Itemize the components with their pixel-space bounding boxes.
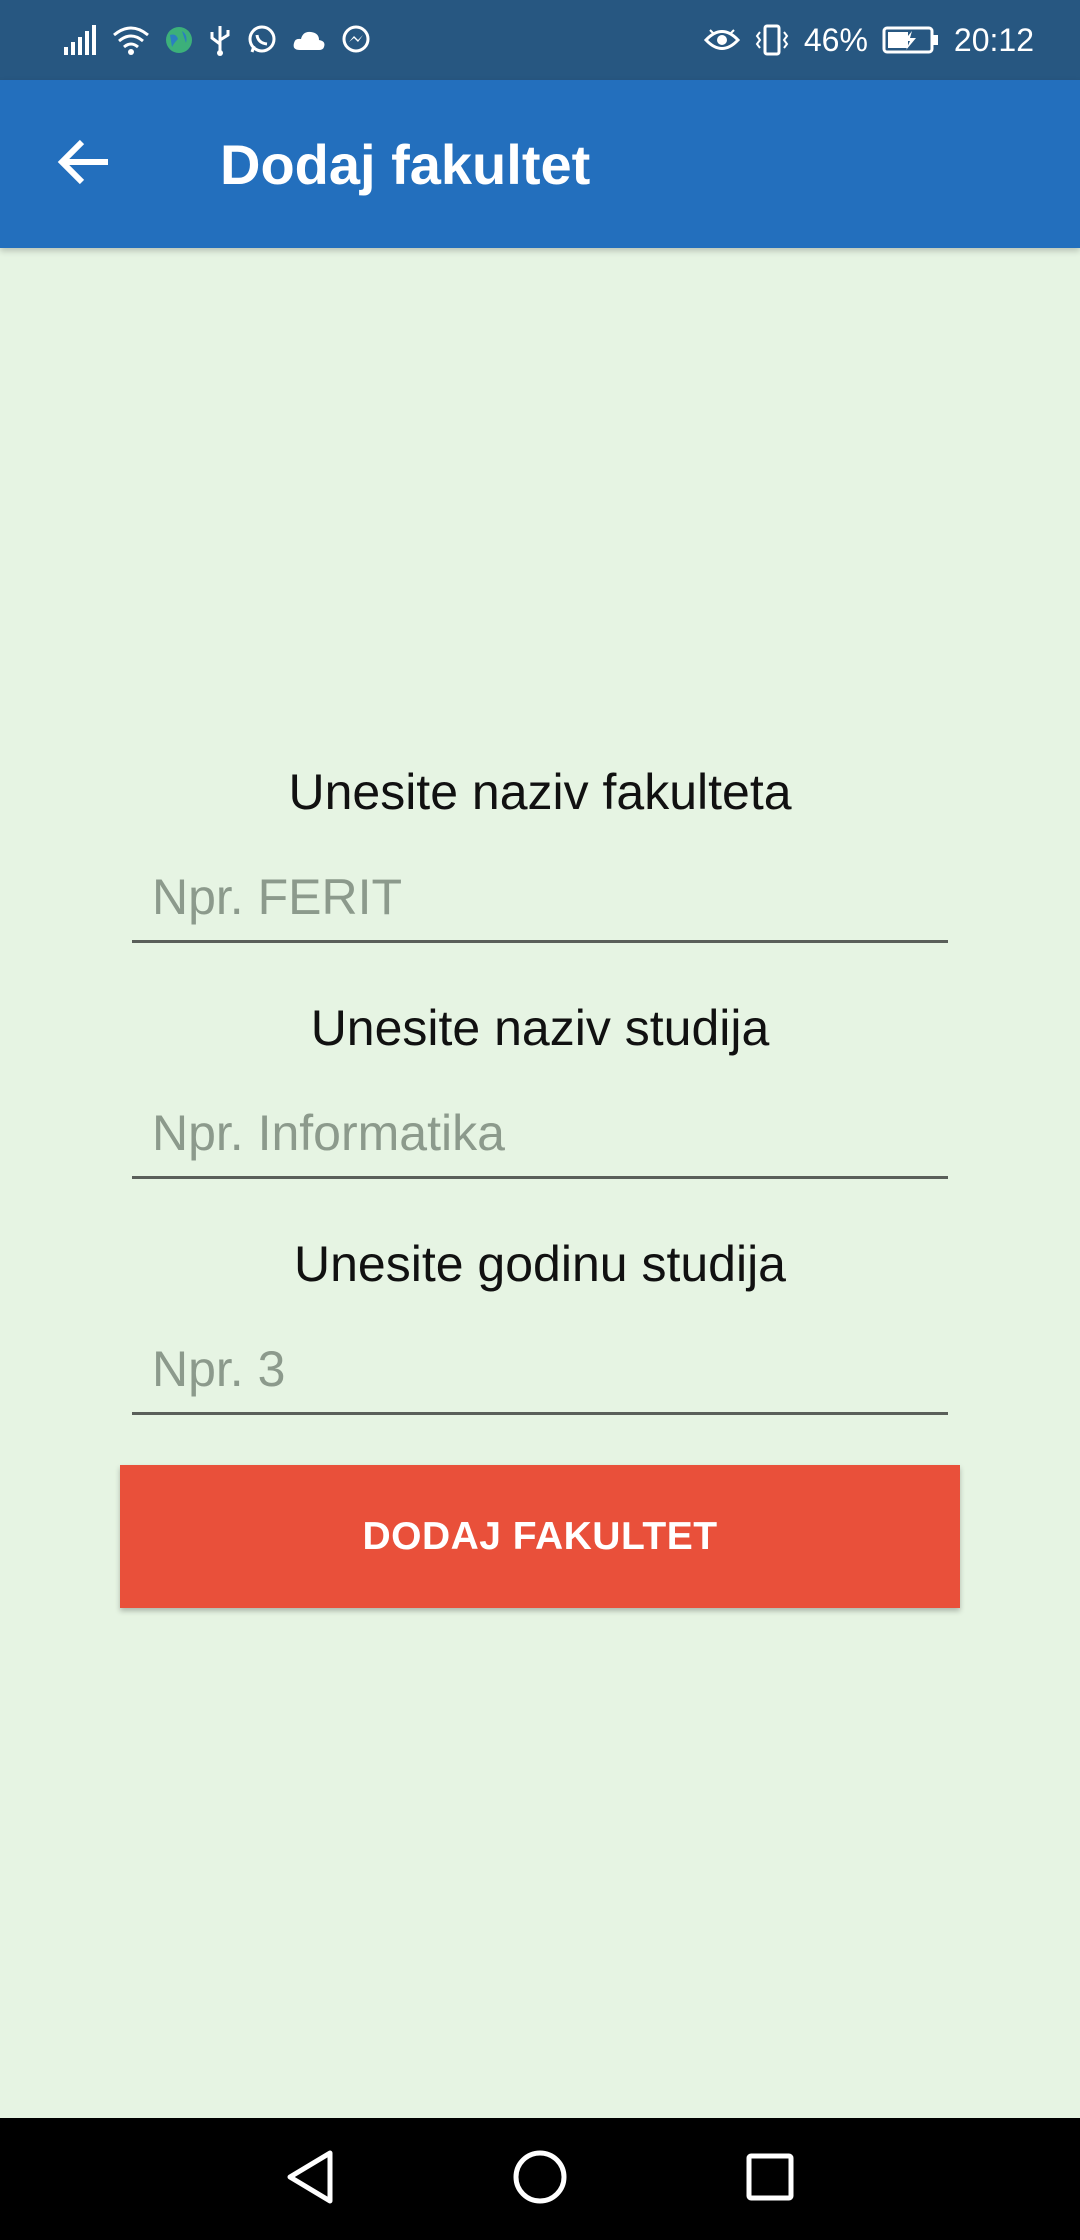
battery-percentage: 46% [803,21,868,58]
page-title: Dodaj fakultet [220,132,591,196]
study-year-input[interactable] [132,1325,948,1415]
signal-icon [64,25,98,55]
battery-charging-icon [882,25,940,55]
status-left-icons [64,24,372,56]
status-right-icons: 46% 20:12 [703,21,1034,59]
cloud-icon [292,28,326,52]
vibrate-icon [754,24,790,56]
back-triangle-icon [284,2149,336,2210]
nav-recents-button[interactable] [730,2139,810,2219]
study-name-input[interactable] [132,1089,948,1179]
add-faculty-button[interactable]: DODAJ FAKULTET [120,1465,960,1608]
messenger-icon [340,24,372,56]
faculty-name-label: Unesite naziv fakulteta [288,764,792,820]
nav-home-button[interactable] [500,2139,580,2219]
wifi-icon [112,25,150,55]
status-bar: 46% 20:12 [0,0,1080,80]
study-year-label: Unesite godinu studija [294,1236,786,1292]
usb-icon [208,24,232,56]
home-circle-icon [512,2149,568,2210]
faculty-name-input[interactable] [132,853,948,943]
back-button[interactable] [36,116,132,212]
recents-square-icon [745,2152,795,2207]
arrow-back-icon [56,138,112,191]
clock: 20:12 [953,21,1034,58]
vpn-globe-icon [164,25,194,55]
whatsapp-icon [246,24,278,56]
nav-back-button[interactable] [270,2139,350,2219]
app-bar: Dodaj fakultet [0,80,1080,248]
study-name-label: Unesite naziv studija [310,1000,770,1056]
system-nav-bar [0,2118,1080,2240]
eye-comfort-icon [703,27,740,53]
